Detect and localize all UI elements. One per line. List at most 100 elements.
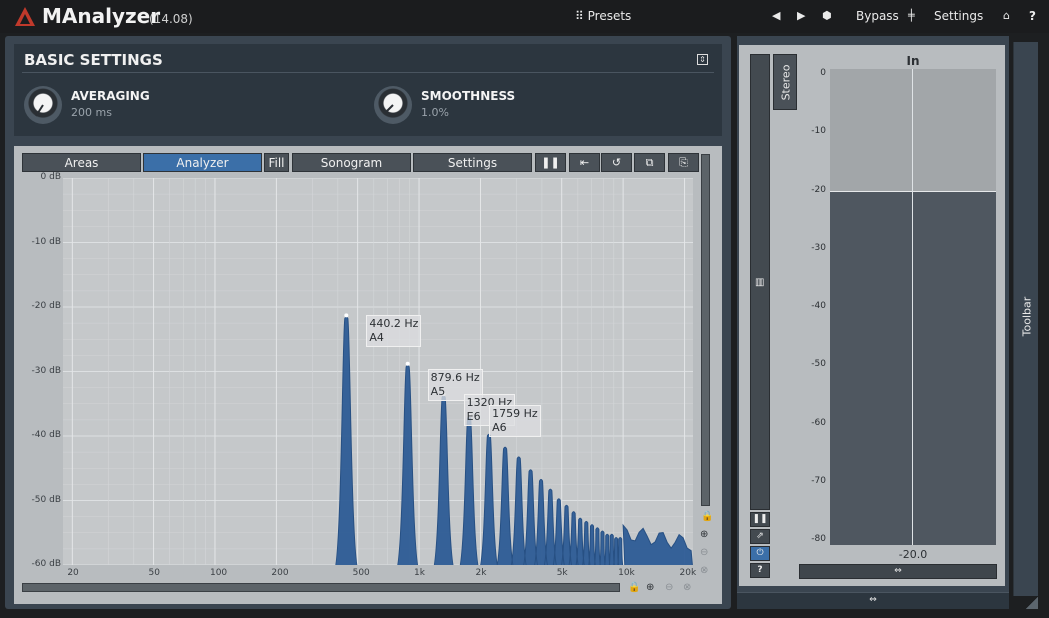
- y-tick-label: -30 dB: [31, 365, 61, 376]
- help-button[interactable]: ?: [1029, 9, 1036, 23]
- x-tick-label: 5k: [556, 568, 568, 578]
- meter-value: -20.0: [898, 548, 928, 561]
- peak-note: A6: [492, 421, 507, 435]
- peak-frequency: 1759 Hz: [492, 407, 538, 421]
- meter-tick-label: -60: [811, 417, 826, 428]
- y-tick-label: -10 dB: [31, 236, 61, 247]
- y-tick-label: -40 dB: [31, 430, 61, 440]
- peak-label: 1759 Hz A6: [489, 405, 541, 438]
- meter-power-icon[interactable]: ⏻: [750, 546, 770, 561]
- meter-title: In: [906, 54, 920, 68]
- smoothness-knob[interactable]: [374, 86, 412, 124]
- x-tick-label: 200: [271, 568, 289, 578]
- tab-analyzer[interactable]: Analyzer: [143, 153, 262, 172]
- undo-icon[interactable]: ↺: [601, 153, 632, 172]
- lock-icon[interactable]: 🔒: [628, 582, 640, 593]
- averaging-knob[interactable]: [24, 86, 62, 124]
- zoom-reset-icon[interactable]: ⊗: [700, 565, 708, 576]
- averaging-label: AVERAGING: [71, 89, 150, 103]
- next-preset-icon[interactable]: ▶: [797, 9, 805, 22]
- tab-areas[interactable]: Areas: [22, 153, 141, 172]
- fill-button[interactable]: Fill: [264, 153, 289, 172]
- meter-headroom: [830, 69, 996, 191]
- meter-help-icon[interactable]: ?: [750, 563, 770, 578]
- spectrum-plot[interactable]: [63, 178, 693, 565]
- title-bar: MAnalyzer (14.08) ⠿ Presets ◀ ▶ ⬢ Bypass…: [0, 0, 1049, 33]
- spectrum-svg: [63, 178, 693, 565]
- lock-icon[interactable]: 🔒: [701, 511, 713, 522]
- peak-label: 440.2 Hz A4: [366, 315, 422, 348]
- analyzer-panel: Areas Analyzer Fill Sonogram Settings ❚❚…: [14, 146, 722, 604]
- meter-range-scrollbar[interactable]: ▥: [750, 54, 770, 510]
- x-tick-label: 20: [67, 568, 79, 578]
- horizontal-scrollbar[interactable]: [22, 583, 620, 592]
- stereo-button[interactable]: Stereo: [773, 54, 797, 110]
- x-tick-label: 2k: [475, 568, 487, 578]
- spectrum-area: [335, 316, 693, 565]
- basic-settings-panel: BASIC SETTINGS ⇕ AVERAGING 200 ms SMOOTH…: [14, 44, 722, 136]
- peak-frequency: 879.6 Hz: [430, 370, 480, 384]
- tab-sonogram[interactable]: Sonogram: [292, 153, 411, 172]
- meter-tick-label: -30: [811, 242, 826, 253]
- bottom-expand-button[interactable]: ⇔: [737, 592, 1009, 609]
- meter-level-line: [830, 190, 996, 192]
- vertical-scrollbar[interactable]: [701, 154, 710, 506]
- x-tick-label: 50: [148, 568, 160, 578]
- zoom-out-icon[interactable]: ⊖: [665, 582, 673, 593]
- random-preset-icon[interactable]: ⬢: [822, 9, 832, 22]
- tab-settings[interactable]: Settings: [413, 153, 532, 172]
- y-tick-label: -60 dB: [31, 559, 61, 569]
- zoom-out-icon[interactable]: ⊖: [700, 547, 708, 558]
- app-version: (14.08): [149, 12, 193, 26]
- y-tick-label: 0 dB: [40, 172, 61, 182]
- pause-icon[interactable]: ❚❚: [535, 153, 566, 172]
- reset-icon[interactable]: ⇤: [569, 153, 600, 172]
- histogram-icon: ▥: [755, 277, 765, 288]
- meter-link-icon[interactable]: ⇗: [750, 529, 770, 544]
- divider: [22, 72, 714, 73]
- resize-grip-icon[interactable]: [1026, 597, 1038, 609]
- meter-expand-button[interactable]: ⇔: [799, 564, 997, 579]
- meter-center-line: [912, 69, 913, 545]
- peak-marker: [405, 361, 410, 366]
- x-tick-label: 10k: [618, 568, 635, 578]
- presets-button[interactable]: ⠿ Presets: [575, 9, 631, 23]
- meter-tick-label: 0: [820, 68, 826, 78]
- settings-sliders-icon: ╪: [908, 9, 915, 22]
- collapse-icon[interactable]: ⇕: [697, 54, 708, 65]
- meter-tick-label: -20: [811, 184, 826, 195]
- meter-tick-label: -70: [811, 475, 826, 486]
- smoothness-label: SMOOTHNESS: [421, 89, 516, 103]
- y-tick-label: -50 dB: [31, 494, 61, 505]
- averaging-value: 200 ms: [71, 106, 112, 119]
- settings-button[interactable]: Settings: [934, 9, 983, 23]
- presets-label: Presets: [587, 9, 632, 23]
- y-tick-label: -20 dB: [31, 301, 61, 311]
- x-tick-label: 100: [209, 568, 228, 578]
- knob-indicator: [383, 104, 394, 115]
- zoom-in-icon[interactable]: ⊕: [700, 529, 708, 540]
- basic-settings-title: BASIC SETTINGS: [24, 51, 163, 69]
- zoom-reset-icon[interactable]: ⊗: [683, 582, 691, 593]
- meter-tick-label: -50: [811, 359, 826, 370]
- stereo-label: Stereo: [779, 64, 793, 101]
- knob-indicator: [35, 104, 44, 117]
- toolbar-toggle[interactable]: Toolbar: [1013, 42, 1038, 596]
- paste-icon[interactable]: ⎘: [668, 153, 699, 172]
- bypass-button[interactable]: Bypass: [856, 9, 899, 23]
- melda-logo-icon: [15, 7, 35, 26]
- grid-icon: ⠿: [575, 9, 584, 23]
- previous-preset-icon[interactable]: ◀: [772, 9, 780, 22]
- level-meter: [830, 69, 996, 545]
- peak-marker: [344, 313, 349, 318]
- peak-frequency: 440.2 Hz: [369, 317, 419, 331]
- smoothness-value: 1.0%: [421, 106, 449, 119]
- zoom-in-icon[interactable]: ⊕: [646, 582, 654, 593]
- toolbar-label: Toolbar: [1020, 296, 1034, 337]
- x-tick-label: 1k: [414, 568, 425, 578]
- copy-icon[interactable]: ⧉: [634, 153, 665, 172]
- home-icon[interactable]: ⌂: [1003, 9, 1010, 22]
- app-title: MAnalyzer: [42, 4, 161, 28]
- meter-pause-icon[interactable]: ❚❚: [750, 512, 770, 527]
- x-tick-label: 20k: [679, 568, 697, 578]
